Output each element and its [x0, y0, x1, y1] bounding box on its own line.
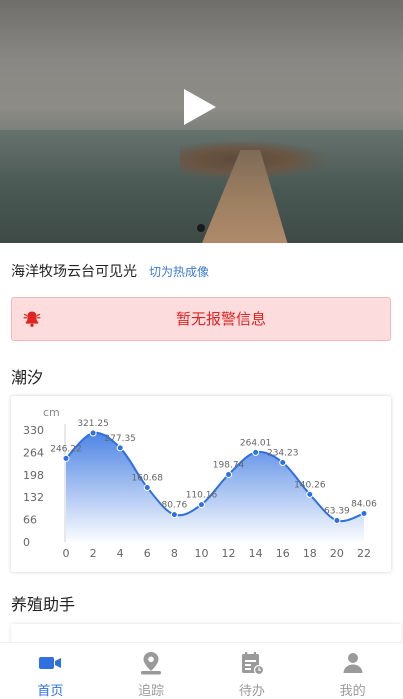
y-tick-label: 0 [23, 536, 30, 549]
assistant-section-title: 养殖助手 [11, 595, 76, 614]
tide-data-label: 264.01 [240, 438, 272, 448]
carousel-indicator-dot[interactable] [197, 224, 205, 232]
video-player[interactable] [0, 0, 403, 243]
x-tick-label: 10 [194, 547, 208, 560]
tide-point [170, 511, 178, 519]
tide-point [62, 454, 70, 462]
y-tick-label: 264 [23, 446, 44, 459]
tide-data-label: 84.06 [351, 499, 377, 509]
tide-point [360, 509, 368, 517]
alarm-banner[interactable]: 暂无报警信息 [11, 297, 391, 341]
tide-data-label: 246.22 [50, 444, 82, 454]
video-camera-icon [39, 657, 62, 669]
tide-chart-svg: cm 0 66 132 198 264 330 0 2 4 6 8 10 12 14 16 18 20 22 246.… [23, 406, 377, 560]
y-tick-label: 132 [23, 491, 44, 504]
tide-point [279, 459, 287, 467]
y-axis-unit-label: cm [43, 406, 60, 419]
tide-data-label: 110.16 [186, 491, 218, 501]
todo-calendar-icon [241, 652, 264, 676]
tide-section-title: 潮汐 [11, 368, 44, 387]
tide-point [252, 448, 260, 456]
tide-point [116, 444, 124, 452]
tide-point [333, 516, 341, 524]
tab-profile-label: 我的 [339, 684, 366, 699]
tab-home-label: 首页 [37, 684, 64, 699]
x-tick-label: 20 [330, 547, 344, 560]
tab-track-label: 追踪 [138, 684, 165, 699]
x-tick-label: 14 [249, 547, 263, 560]
tide-data-label: 198.74 [213, 461, 245, 471]
tab-home[interactable]: 首页 [0, 643, 101, 699]
tide-point [143, 483, 151, 491]
y-tick-label: 198 [23, 469, 44, 482]
y-tick-label: 66 [23, 514, 37, 527]
tab-track[interactable]: 追踪 [101, 643, 202, 699]
tide-data-label: 277.35 [104, 434, 136, 444]
alarm-text: 暂无报警信息 [175, 310, 266, 328]
x-tick-label: 8 [171, 547, 178, 560]
tide-data-label: 160.68 [132, 473, 164, 483]
tide-point [197, 501, 205, 509]
tab-todo-label: 待办 [238, 684, 265, 699]
x-tick-label: 0 [63, 547, 70, 560]
user-icon [343, 653, 363, 673]
x-tick-label: 12 [222, 547, 236, 560]
camera-name: 海洋牧场云台可见光 [11, 264, 137, 280]
x-tick-label: 2 [90, 547, 97, 560]
bell-icon [23, 311, 41, 327]
tide-data-label: 234.23 [267, 449, 299, 459]
tab-profile[interactable]: 我的 [302, 643, 403, 699]
tide-data-label: 63.39 [324, 506, 350, 516]
x-tick-label: 4 [117, 547, 124, 560]
tide-point [306, 490, 314, 498]
tide-data-label: 80.76 [161, 501, 187, 511]
tide-point [89, 429, 97, 437]
switch-thermal-link[interactable]: 切为热成像 [149, 263, 209, 280]
tide-point [225, 471, 233, 479]
y-tick-label: 330 [23, 424, 44, 437]
camera-title-row: 海洋牧场云台可见光 切为热成像 [11, 260, 209, 282]
tab-todo[interactable]: 待办 [202, 643, 303, 699]
bottom-tab-bar: 首页 追踪 待办 我的 [0, 642, 403, 699]
x-tick-label: 6 [144, 547, 151, 560]
x-tick-label: 22 [357, 547, 371, 560]
tide-data-label: 140.26 [294, 480, 326, 490]
x-tick-label: 18 [303, 547, 317, 560]
play-icon[interactable] [184, 89, 216, 125]
tide-data-label: 321.25 [77, 419, 109, 429]
x-tick-label: 16 [276, 547, 290, 560]
tide-chart: cm 0 66 132 198 264 330 0 2 4 6 8 10 12 14 16 18 20 22 246.… [11, 396, 391, 572]
location-pin-icon [141, 652, 162, 675]
